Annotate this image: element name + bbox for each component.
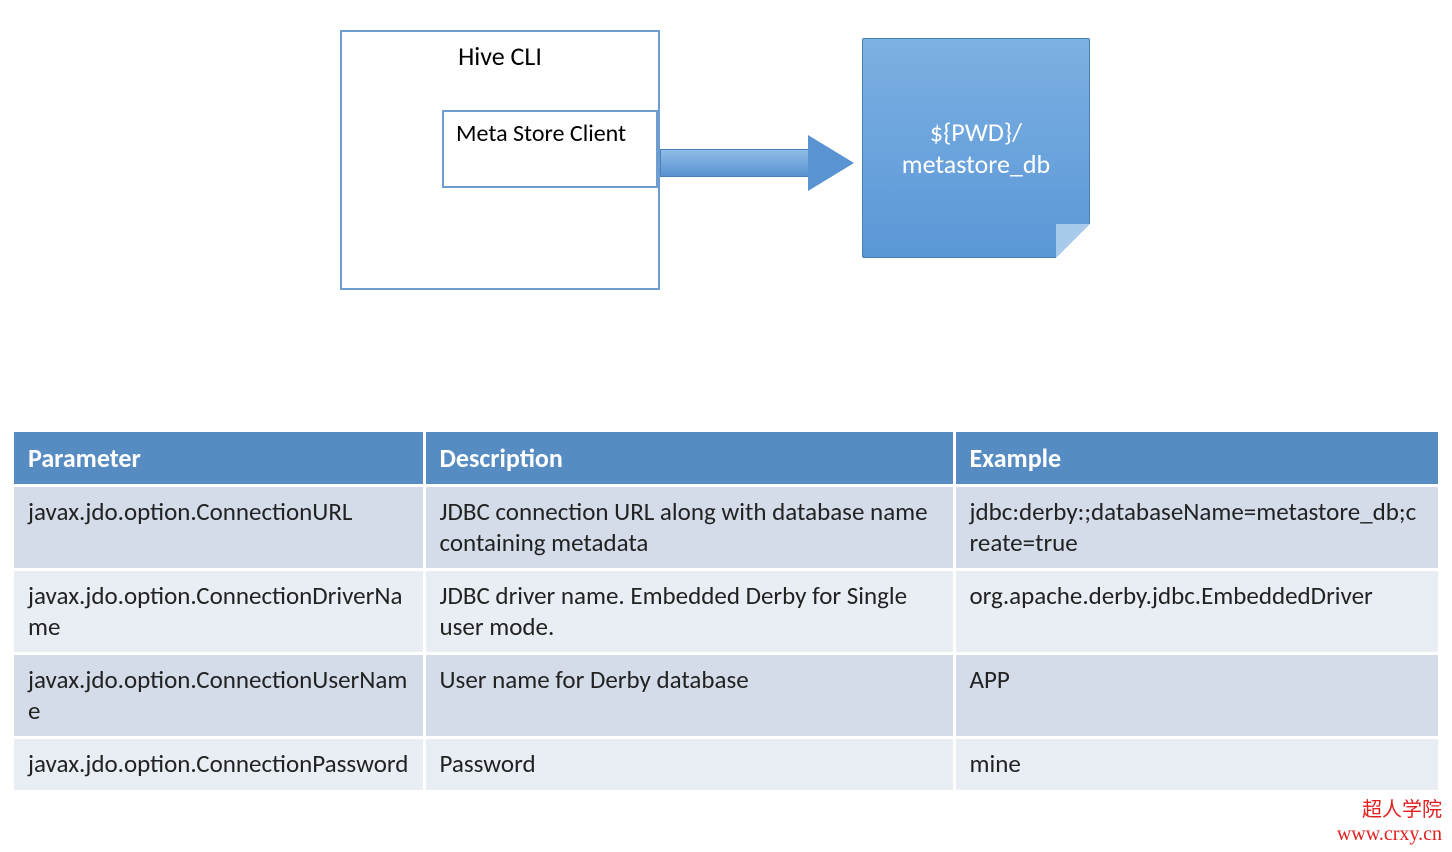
header-example: Example (954, 432, 1438, 486)
cell-example: jdbc:derby:;databaseName=metastore_db;cr… (954, 486, 1438, 570)
table-header-row: Parameter Description Example (14, 432, 1438, 486)
meta-store-client-box: Meta Store Client (442, 110, 658, 188)
architecture-diagram: Hive CLI Meta Store Client ${PWD}/ metas… (0, 30, 1452, 330)
cell-description: JDBC driver name. Embedded Derby for Sin… (424, 570, 954, 654)
cell-example: mine (954, 738, 1438, 790)
table-row: javax.jdo.option.ConnectionPasswordPassw… (14, 738, 1438, 790)
header-parameter: Parameter (14, 432, 424, 486)
metastore-db-note: ${PWD}/ metastore_db (862, 38, 1090, 258)
arrow-icon (660, 135, 860, 191)
cell-parameter: javax.jdo.option.ConnectionURL (14, 486, 424, 570)
cell-parameter: javax.jdo.option.ConnectionDriverName (14, 570, 424, 654)
parameters-table: Parameter Description Example javax.jdo.… (14, 432, 1438, 790)
hive-cli-box: Hive CLI Meta Store Client (340, 30, 660, 290)
header-description: Description (424, 432, 954, 486)
table-row: javax.jdo.option.ConnectionUserNameUser … (14, 654, 1438, 738)
cell-description: JDBC connection URL along with database … (424, 486, 954, 570)
table-row: javax.jdo.option.ConnectionURLJDBC conne… (14, 486, 1438, 570)
note-line-1: ${PWD}/ (930, 116, 1022, 149)
table-row: javax.jdo.option.ConnectionDriverNameJDB… (14, 570, 1438, 654)
watermark-line-2: www.crxy.cn (1337, 822, 1442, 846)
watermark: 超人学院 www.crxy.cn (1337, 798, 1442, 846)
note-line-2: metastore_db (902, 148, 1050, 181)
parameters-table-container: Parameter Description Example javax.jdo.… (14, 432, 1438, 790)
cell-example: APP (954, 654, 1438, 738)
cell-example: org.apache.derby.jdbc.EmbeddedDriver (954, 570, 1438, 654)
cell-description: User name for Derby database (424, 654, 954, 738)
hive-cli-label: Hive CLI (342, 40, 658, 72)
page-fold-icon (1056, 224, 1090, 258)
cell-description: Password (424, 738, 954, 790)
cell-parameter: javax.jdo.option.ConnectionPassword (14, 738, 424, 790)
watermark-line-1: 超人学院 (1337, 798, 1442, 822)
cell-parameter: javax.jdo.option.ConnectionUserName (14, 654, 424, 738)
